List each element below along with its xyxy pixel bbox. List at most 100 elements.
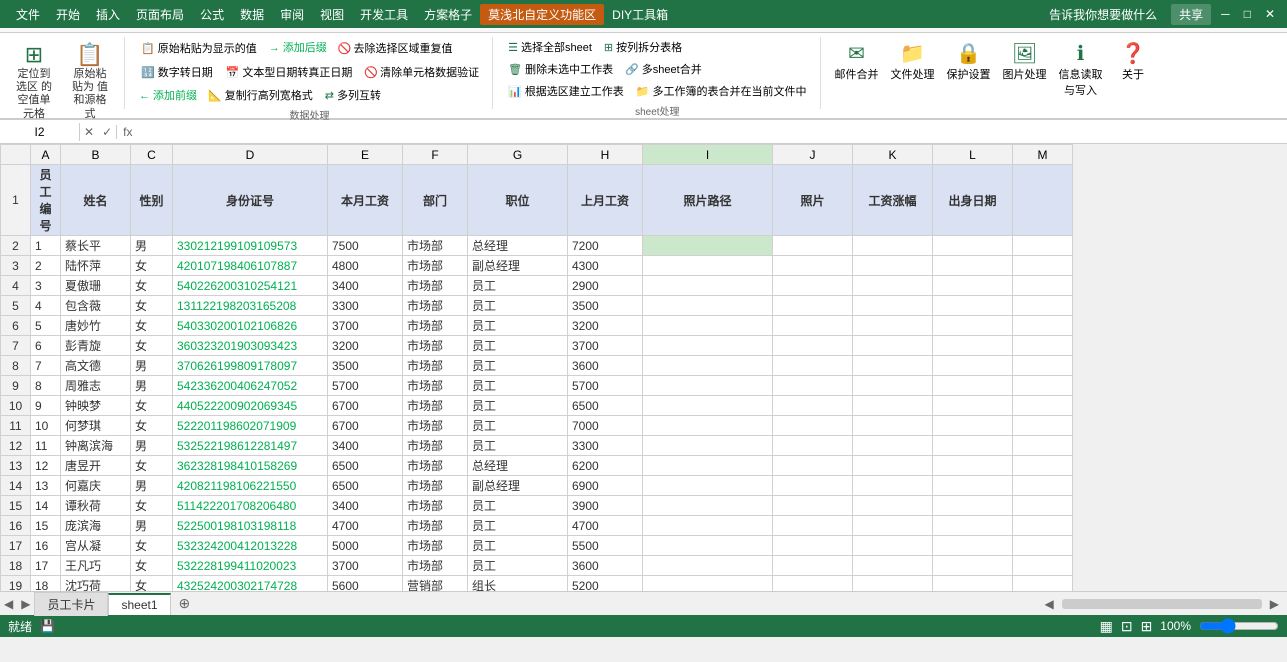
cell-r18-c2[interactable]: 女 [131,556,173,576]
cell-r3-c0[interactable]: 2 [31,256,61,276]
image-process-btn[interactable]: 🖼 图片处理 [999,37,1051,86]
cell-r11-c0[interactable]: 10 [31,416,61,436]
cell-r9-c0[interactable]: 8 [31,376,61,396]
cell-r11-c4[interactable]: 6700 [328,416,403,436]
search-command[interactable]: 告诉我你想要做什么 [1041,4,1165,25]
copy-row-height-btn[interactable]: 📐复制行高列宽格式 [203,85,318,105]
cell-r19-c8[interactable] [643,576,773,592]
cell-r8-c7[interactable]: 3600 [568,356,643,376]
cell-r10-c5[interactable]: 市场部 [403,396,468,416]
cell-r18-c0[interactable]: 17 [31,556,61,576]
cell-r7-c2[interactable]: 女 [131,336,173,356]
cell-r16-c5[interactable]: 市场部 [403,516,468,536]
cell-r10-c10[interactable] [853,396,933,416]
cell-r18-c8[interactable] [643,556,773,576]
cell-r14-c8[interactable] [643,476,773,496]
cell-r7-c9[interactable] [773,336,853,356]
zoom-slider[interactable] [1199,619,1279,633]
cell-r18-c9[interactable] [773,556,853,576]
protect-settings-btn[interactable]: 🔒 保护设置 [943,37,995,86]
cell-r14-c5[interactable]: 市场部 [403,476,468,496]
col-header-E[interactable]: E [328,145,403,165]
close-button[interactable]: ✕ [1261,7,1279,21]
cell-r14-c10[interactable] [853,476,933,496]
cell-r14-c0[interactable]: 13 [31,476,61,496]
cell-r5-c8[interactable] [643,296,773,316]
cell-r17-c1[interactable]: 宫从凝 [61,536,131,556]
cell-r16-c9[interactable] [773,516,853,536]
cell-r5-c2[interactable]: 女 [131,296,173,316]
cell-r4-c11[interactable] [933,276,1013,296]
scroll-right-icon[interactable]: ▶ [1270,597,1279,611]
cell-r9-c8[interactable] [643,376,773,396]
cell-r11-c1[interactable]: 何梦琪 [61,416,131,436]
cell-r4-c1[interactable]: 夏傲珊 [61,276,131,296]
cell-r10-c9[interactable] [773,396,853,416]
cell-r4-c5[interactable]: 市场部 [403,276,468,296]
cell-r10-c3[interactable]: 440522200902069345 [173,396,328,416]
cell-r19-c3[interactable]: 432524200302174728 [173,576,328,592]
cell-r13-c4[interactable]: 6500 [328,456,403,476]
multi-col-btn[interactable]: ⇄多列互转 [320,85,386,105]
cell-r18-c1[interactable]: 王凡巧 [61,556,131,576]
cell-r8-c1[interactable]: 高文德 [61,356,131,376]
table-row[interactable]: 1413何嘉庆男4208211981062215506500市场部副总经理690… [1,476,1073,496]
col-header-F[interactable]: F [403,145,468,165]
cell-r6-c10[interactable] [853,316,933,336]
col-header-C[interactable]: C [131,145,173,165]
cell-r4-c7[interactable]: 2900 [568,276,643,296]
cell-r5-c1[interactable]: 包含薇 [61,296,131,316]
save-icon[interactable]: 💾 [40,619,55,633]
add-sheet-icon[interactable]: ⊕ [171,593,199,614]
cell-r12-c2[interactable]: 男 [131,436,173,456]
menu-review[interactable]: 审阅 [272,4,312,25]
table-row[interactable]: 65唐妙竹女5403302001021068263700市场部员工3200 [1,316,1073,336]
cell-r15-c12[interactable] [1013,496,1073,516]
cell-r13-c3[interactable]: 362328198410158269 [173,456,328,476]
cell-r14-c2[interactable]: 男 [131,476,173,496]
cell-r5-c7[interactable]: 3500 [568,296,643,316]
cell-r2-c4[interactable]: 7500 [328,236,403,256]
col-header-K[interactable]: K [853,145,933,165]
cell-r4-c10[interactable] [853,276,933,296]
cell-r10-c12[interactable] [1013,396,1073,416]
cell-r12-c7[interactable]: 3300 [568,436,643,456]
cell-r8-c8[interactable] [643,356,773,376]
cell-r8-c2[interactable]: 男 [131,356,173,376]
cell-r6-c3[interactable]: 540330200102106826 [173,316,328,336]
cell-r3-c2[interactable]: 女 [131,256,173,276]
cell-r13-c12[interactable] [1013,456,1073,476]
menu-diy[interactable]: DIY工具箱 [604,4,676,25]
cell-r7-c0[interactable]: 6 [31,336,61,356]
cell-r5-c4[interactable]: 3300 [328,296,403,316]
cell-r12-c11[interactable] [933,436,1013,456]
cell-r12-c8[interactable] [643,436,773,456]
cell-r13-c9[interactable] [773,456,853,476]
cell-r19-c10[interactable] [853,576,933,592]
cell-r17-c8[interactable] [643,536,773,556]
cell-r3-c9[interactable] [773,256,853,276]
cell-r16-c1[interactable]: 庞滨海 [61,516,131,536]
table-row[interactable]: 1514谭秋荷女5114222017082064803400市场部员工3900 [1,496,1073,516]
cell-r8-c10[interactable] [853,356,933,376]
cell-r16-c12[interactable] [1013,516,1073,536]
cell-r11-c3[interactable]: 522201198602071909 [173,416,328,436]
cell-r13-c1[interactable]: 唐昱开 [61,456,131,476]
table-row[interactable]: 1817王凡巧女5322281994110200233700市场部员工3600 [1,556,1073,576]
cell-r16-c7[interactable]: 4700 [568,516,643,536]
cell-r19-c1[interactable]: 沈巧荷 [61,576,131,592]
cell-r3-c12[interactable] [1013,256,1073,276]
cell-reference[interactable]: I2 [0,123,80,141]
cell-r7-c6[interactable]: 员工 [468,336,568,356]
cell-r6-c9[interactable] [773,316,853,336]
cell-r16-c0[interactable]: 15 [31,516,61,536]
cell-r9-c3[interactable]: 542336200406247052 [173,376,328,396]
cell-r17-c5[interactable]: 市场部 [403,536,468,556]
cell-r11-c10[interactable] [853,416,933,436]
cell-r15-c11[interactable] [933,496,1013,516]
table-row[interactable]: 87高文德男3706261998091780973500市场部员工3600 [1,356,1073,376]
cell-r4-c4[interactable]: 3400 [328,276,403,296]
col-header-B[interactable]: B [61,145,131,165]
menu-insert[interactable]: 插入 [88,4,128,25]
minimize-button[interactable]: ─ [1217,7,1234,21]
